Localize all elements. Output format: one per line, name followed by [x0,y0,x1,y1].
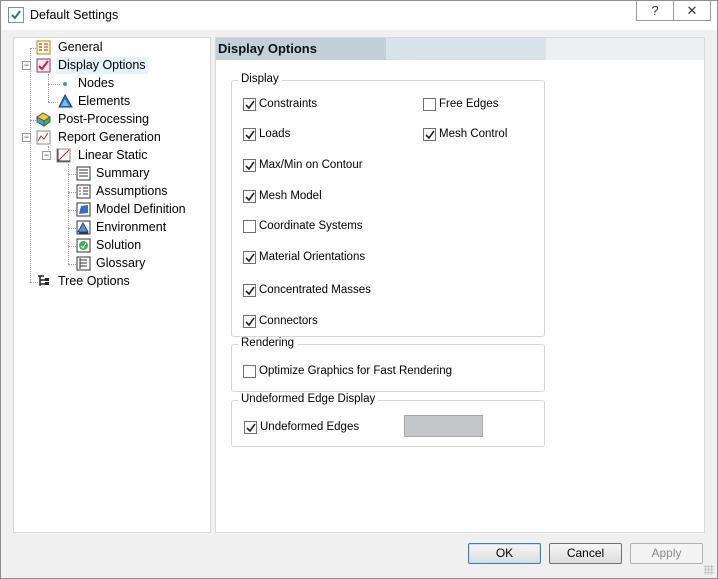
apply-button[interactable]: Apply [630,543,703,564]
resize-grip[interactable] [704,565,714,575]
checkbox-label: Optimize Graphics for Fast Rendering [259,365,453,377]
collapse-report-generation-toggle[interactable]: − [22,133,31,142]
window-title: Default Settings [30,8,119,22]
rendering-group-title: Rendering [238,337,298,349]
checkbox-box[interactable] [243,220,256,233]
checkbox-label: Coordinate Systems [259,220,363,232]
node-dot-icon [58,76,73,91]
checkbox-label: Undeformed Edges [260,421,360,433]
checkbox-label: Mesh Control [439,128,508,140]
tree-item-label: Tree Options [58,274,130,288]
linear-static-icon [56,148,71,163]
tree-item-label: Post-Processing [58,112,150,126]
default-settings-dialog: Default Settings ? ✕ − − − General Displ… [0,0,718,579]
panel-header: Display Options [216,38,704,60]
checkbox-box[interactable] [243,98,256,111]
checkbox-box[interactable] [243,190,256,203]
checkbox-box[interactable] [243,365,256,378]
checkbox-label: Free Edges [439,98,499,110]
settings-tree: − − − General Display Options Nodes Elem… [13,37,211,533]
display-options-icon [36,58,51,73]
edge-color-picker[interactable] [404,415,483,437]
settings-checklist-icon [8,7,24,23]
checkbox-box[interactable] [243,128,256,141]
solution-icon [76,238,91,253]
caption-buttons: ? ✕ [636,1,711,21]
tree-item-label: Summary [96,166,150,180]
environment-icon [76,220,91,235]
tree-item-label: Glossary [96,256,146,270]
general-settings-icon [36,40,51,55]
display-options-panel: Display Options Display Constraints Free… [215,37,705,533]
assumptions-icon [76,184,91,199]
tree-item-label: Linear Static [78,148,148,162]
tree-item-label: Elements [78,94,131,108]
checkbox-box[interactable] [423,128,436,141]
checkbox-box[interactable] [423,98,436,111]
undeformed-edge-display-group: Undeformed Edge Display Undeformed Edges [231,393,545,447]
display-group: Display Constraints Free Edges Loads Mes… [231,73,545,337]
close-button[interactable]: ✕ [673,1,710,20]
rendering-group: Rendering Optimize Graphics for Fast Ren… [231,337,545,392]
checkbox-label: Material Orientations [259,251,366,263]
checkbox-box[interactable] [243,159,256,172]
tree-item-label: Solution [96,238,142,252]
elements-icon [58,93,73,109]
checkbox-box[interactable] [243,284,256,297]
summary-icon [76,166,91,181]
tree-item-label: Assumptions [96,184,168,198]
checkbox-label: Max/Min on Contour [259,159,363,171]
undeformed-edge-group-title: Undeformed Edge Display [238,393,379,405]
tree-item-label: Model Definition [96,202,186,216]
checkbox-label: Mesh Model [259,190,322,202]
tree-item-label: Report Generation [58,130,161,144]
glossary-icon [76,256,91,271]
checkbox-box[interactable] [243,315,256,328]
tree-item-label: Environment [96,220,167,234]
checkbox-box[interactable] [243,251,256,264]
ok-button[interactable]: OK [468,543,541,564]
title-bar: Default Settings ? ✕ [1,1,717,30]
checkbox-label: Connectors [259,315,318,327]
checkbox-label: Loads [259,128,291,140]
checkbox-label: Concentrated Masses [259,284,371,296]
checkbox-label: Constraints [259,98,318,110]
panel-title: Display Options [218,41,317,56]
tree-item-label: Nodes [78,76,115,90]
checkbox-box[interactable] [244,421,257,434]
tree-item-label: General [58,40,103,54]
help-button[interactable]: ? [637,1,673,20]
report-generation-icon [36,130,51,145]
post-processing-icon [36,112,51,127]
collapse-display-options-toggle[interactable]: − [22,61,31,70]
cancel-button[interactable]: Cancel [549,543,622,564]
model-definition-icon [76,202,91,217]
collapse-linear-static-toggle[interactable]: − [42,151,51,160]
tree-item-label: Display Options [56,57,148,74]
display-group-title: Display [238,73,282,85]
tree-options-icon [36,274,51,289]
